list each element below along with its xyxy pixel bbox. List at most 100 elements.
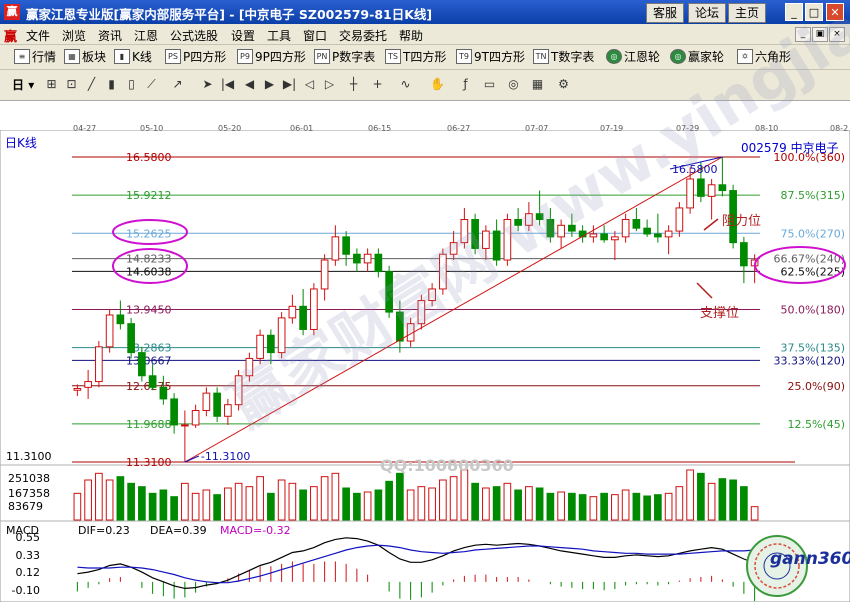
zigzag-icon[interactable]: ∿ [398,77,413,92]
volume-bar [449,476,458,521]
volume-bar [170,496,178,521]
menu-file[interactable]: 文件 [26,27,50,44]
box-icon[interactable]: ▭ [482,77,497,92]
volume-bar [299,489,307,521]
fib-percent-label: 25.0%(90) [787,380,845,393]
home-button[interactable]: 主页 [728,3,767,23]
first-icon[interactable]: |◀ [220,77,235,92]
volume-axis-label: 83679 [8,500,43,513]
candle-body [353,253,361,264]
toolbar-9p-square[interactable]: P9 9P四方形 [237,49,306,65]
volume-bar [105,479,114,521]
menu-gann[interactable]: 江恩 [134,27,158,44]
chart-icon[interactable]: ⊡ [64,77,79,92]
candle-body [320,259,329,290]
toolbar-t-square[interactable]: TS T四方形 [385,49,446,65]
prev-icon[interactable]: ◀ [242,77,257,92]
toolbar-quotes[interactable]: ≡ 行情 [14,49,56,65]
volume-bar [213,494,221,521]
macd-value: MACD=-0.32 [220,524,291,537]
forum-button[interactable]: 论坛 [688,3,727,23]
candle-body [740,242,748,267]
volume-bar [138,486,146,521]
volume-bar [535,487,544,521]
menu-window[interactable]: 窗口 [303,27,327,44]
service-button[interactable]: 客服 [646,3,685,23]
last-icon[interactable]: ▶| [282,77,297,92]
title-bar: 赢 赢家江恩专业版[赢家内部服务平台] - [中京电子 SZ002579-81日… [0,0,850,24]
volume-bar [482,487,490,521]
candle-body [342,236,350,255]
right-icon[interactable]: ▷ [322,77,337,92]
period-select[interactable]: 日 ▾ [12,76,34,93]
candle-body [202,392,211,411]
fib-price-label: 15.2625 [126,227,172,240]
volume-bar [202,489,211,521]
volume-bar [557,491,565,521]
menu-bar: 赢 文件 浏览 资讯 江恩 公式选股 设置 工具 窗口 交易委托 帮助 _ ▣ … [0,24,850,45]
candle-body [127,323,135,354]
volume-bar [546,492,555,521]
candle-icon[interactable]: ▯ [124,77,139,92]
volume-bar [697,472,705,521]
volume-bar [686,469,694,521]
plus-icon[interactable]: + [370,77,385,92]
volume-bar [707,482,716,521]
app-logo: 赢 [4,30,18,45]
left-icon[interactable]: ◁ [302,77,317,92]
bar-icon[interactable]: ▮ [104,77,119,92]
menu-browse[interactable]: 浏览 [62,27,86,44]
toolbar-sectors[interactable]: ▦ 板块 [64,49,106,65]
volume-bar [224,487,232,521]
arrow-icon[interactable]: ↗ [170,77,185,92]
volume-bar [267,492,275,521]
toolbar-kline[interactable]: ▮ K线 [114,49,152,65]
candle-body [718,184,727,192]
candle-body [159,386,168,400]
pointer-icon[interactable]: ➤ [200,77,215,92]
fib-price-label: 11.9688 [126,418,172,431]
dif-line [77,537,755,590]
toolbar-9t-square[interactable]: T9 9T四方形 [456,49,525,65]
gann-icon[interactable]: ◎ [506,77,521,92]
trend-icon[interactable]: ⟋ [144,77,159,92]
fib-percent-label: 50.0%(180) [780,304,845,317]
volume-bar [503,482,512,521]
macd-axis-label: 0.33 [16,549,41,562]
next-icon[interactable]: ▶ [262,77,277,92]
candle-body [697,178,705,197]
volume-bar [353,492,361,521]
volume-bar [428,487,436,521]
menu-settings[interactable]: 设置 [231,27,255,44]
window-title: 赢家江恩专业版[赢家内部服务平台] - [中京电子 SZ002579-81日K线… [26,7,433,22]
toolbar-t-number[interactable]: TN T数字表 [533,49,594,65]
volume-bar [460,469,469,521]
toolbar-gann-wheel[interactable]: ◎ 江恩轮 [606,49,660,65]
menu-help[interactable]: 帮助 [399,27,423,44]
line-icon[interactable]: ╱ [84,77,99,92]
menu-trade[interactable]: 交易委托 [339,27,387,44]
calc-icon[interactable]: ▦ [530,77,545,92]
fib-price-label: 15.9212 [126,189,172,202]
toolbar-p-square[interactable]: PS P四方形 [165,49,226,65]
candle-body [170,398,178,426]
volume-bar [84,479,92,521]
cross-icon[interactable]: ┼ [346,77,361,92]
fib-price-label: 13.9450 [126,304,172,317]
menu-tools[interactable]: 工具 [267,27,291,44]
hand-icon[interactable]: ✋ [430,77,445,92]
volume-bar [406,489,415,521]
low-price-axis: 11.3100 [6,450,52,463]
toolbar-p-number[interactable]: PN P数字表 [314,49,375,65]
volume-bar [718,478,727,521]
candle-body [73,387,82,391]
menu-formula[interactable]: 公式选股 [170,27,218,44]
volume-bar [654,494,662,521]
volume-bar [374,489,383,521]
gear-icon[interactable]: ⚙ [556,77,571,92]
t-square-icon: TS [385,49,401,64]
cursor-icon[interactable]: ⊞ [44,77,59,92]
menu-info[interactable]: 资讯 [98,27,122,44]
fib-icon[interactable]: ƒ [458,77,473,92]
9t-square-icon: T9 [456,49,472,64]
